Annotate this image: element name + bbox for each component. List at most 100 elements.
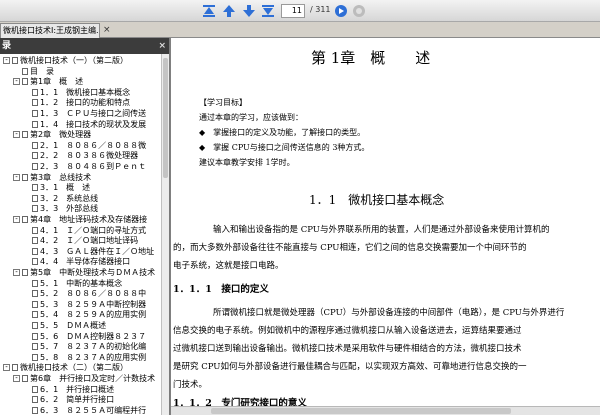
bookmark-item[interactable]: 2．1 ８０８６／８０８８微 <box>23 141 163 150</box>
bookmark-item[interactable]: - 第2章 微处理器 <box>13 130 163 139</box>
bookmark-item[interactable]: - 第6章 并行接口及定时／计数技术 <box>13 374 163 383</box>
bookmark-icon <box>32 258 38 266</box>
bookmark-icon <box>32 247 38 255</box>
bookmark-item[interactable]: - 第5章 中断处理技术与ＤＭＡ技术 <box>13 268 163 277</box>
bookmark-label: 4．3 ＧＡＬ器件在Ｉ／Ｏ地址 <box>40 246 155 256</box>
collapse-toggle-icon[interactable]: - <box>13 269 20 276</box>
bookmark-item[interactable]: 3．3 外部总线 <box>23 204 163 213</box>
bookmark-icon <box>32 406 38 414</box>
bookmark-item[interactable]: 5．2 ８０８６／８０８８中 <box>23 289 163 298</box>
bookmark-icon <box>32 396 38 404</box>
bookmark-item[interactable]: 5．8 ８２３７Ａ的应用实例 <box>23 353 163 362</box>
bookmark-item[interactable]: 1．1 微机接口基本概念 <box>23 88 163 97</box>
stop-icon[interactable] <box>351 3 367 19</box>
bookmark-item[interactable]: 5．4 ８２５９Ａ的应用实例 <box>23 310 163 319</box>
bookmark-item[interactable]: 4．2 Ｉ／Ｏ端口地址译码 <box>23 236 163 245</box>
bookmark-icon <box>32 279 38 287</box>
bookmark-label: 4．1 Ｉ／Ｏ端口的寻址方式 <box>40 225 147 235</box>
page-number-input[interactable] <box>281 4 305 18</box>
bookmark-label: 2．3 ８０４８６到Ｐｅｎｔ <box>40 162 147 171</box>
paragraph-line: 所谓微机接口就是微处理器（CPU）与外部设备连接的中间部件（电路），是 CPU与… <box>213 308 565 318</box>
bookmark-item[interactable]: 3．1 概 述 <box>23 183 163 192</box>
bookmark-icon <box>32 141 38 149</box>
bookmark-item[interactable]: 6．2 简单并行接口 <box>23 395 163 404</box>
subsection-heading-1-1-1: 1．1．1 接口的定义 <box>173 284 269 295</box>
collapse-toggle-icon[interactable]: - <box>3 57 10 64</box>
horizontal-scroll-thumb[interactable] <box>211 408 511 414</box>
collapse-toggle-icon[interactable]: - <box>3 364 10 372</box>
bookmark-item[interactable]: 4．3 ＧＡＬ器件在Ｉ／Ｏ地址 <box>23 247 163 256</box>
paragraph-line: 电子系统，这就是接口电路。 <box>173 261 284 271</box>
bookmark-item[interactable]: - 第4章 地址译码技术及存储器接 <box>13 215 163 224</box>
bullet-icon: ◆ <box>199 128 214 137</box>
bookmark-icon <box>32 205 38 213</box>
bookmark-item[interactable]: - 第3章 总线技术 <box>13 173 163 182</box>
bookmark-icon <box>22 216 28 223</box>
bookmark-icon <box>32 163 38 170</box>
bookmark-item[interactable]: 5．7 ８２３７Ａ的初始化编 <box>23 342 163 351</box>
bookmark-icon <box>32 152 38 160</box>
collapse-toggle-icon[interactable]: - <box>13 78 20 86</box>
previous-page-icon[interactable] <box>221 3 237 19</box>
bookmark-icon <box>32 332 38 340</box>
collapse-toggle-icon[interactable]: - <box>13 375 20 382</box>
bookmark-item[interactable]: 5．1 中断的基本概念 <box>23 279 163 288</box>
sidebar-header: 录 × <box>0 38 169 54</box>
paragraph-line: 信息交换的电子系统。例如微机中的源程序通过微机接口从输入设备送进去，运算结果要通… <box>173 326 522 336</box>
sidebar-close-icon[interactable]: × <box>158 38 166 54</box>
bookmark-item[interactable]: 5．6 ＤＭＡ控制器８２３７ <box>23 332 163 341</box>
bookmark-icon <box>22 173 28 181</box>
document-horizontal-scrollbar[interactable] <box>171 406 600 415</box>
bookmark-label: 第6章 并行接口及定时／计数技术 <box>30 374 156 383</box>
bookmark-icon <box>32 237 38 245</box>
collapse-toggle-icon[interactable]: - <box>13 173 20 181</box>
bookmark-item[interactable]: 6．3 ８２５５Ａ可编程并行 <box>23 406 163 415</box>
bookmark-label: 第2章 微处理器 <box>30 130 92 140</box>
bookmark-item[interactable]: - 微机接口技术（二）（第二版） <box>3 363 163 372</box>
bookmark-item[interactable]: 2．3 ８０４８６到Ｐｅｎｔ <box>23 162 163 171</box>
first-page-icon[interactable] <box>201 3 217 19</box>
collapse-toggle-icon[interactable]: - <box>13 216 20 223</box>
go-to-page-icon[interactable] <box>333 3 349 19</box>
teaching-suggestion: 建议本章教学安排 1学时。 <box>199 158 295 167</box>
goal-item: ◆ 掌握 CPU与接口之间传送信息的 3种方式。 <box>199 143 370 152</box>
bookmark-item[interactable]: 1．3 ＣＰＵ与接口之间传送 <box>23 109 163 118</box>
bookmark-icon <box>32 322 38 329</box>
bookmark-item[interactable]: 6．1 并行接口概述 <box>23 385 163 394</box>
bookmark-label: 3．1 概 述 <box>40 183 91 193</box>
bookmark-icon <box>32 88 38 96</box>
bookmark-label: 2．2 ８０３８６微处理器 <box>40 151 139 161</box>
goal-item: ◆ 掌握接口的定义及功能，了解接口的类型。 <box>199 128 366 137</box>
bookmark-icon <box>32 385 38 393</box>
bookmark-label: 3．2 系统总线 <box>40 193 99 203</box>
document-tab[interactable]: 微机接口技术I:王成钢主编.文… <box>0 23 100 38</box>
bookmark-item[interactable]: - 第1章 概 述 <box>13 77 163 86</box>
bookmark-item[interactable]: 3．2 系统总线 <box>23 194 163 203</box>
bookmark-item[interactable]: 4．4 半导体存储器接口 <box>23 257 163 266</box>
next-page-icon[interactable] <box>241 3 257 19</box>
bookmark-item[interactable]: 4．1 Ｉ／Ｏ端口的寻址方式 <box>23 226 163 235</box>
bookmark-item[interactable]: 1．2 接口的功能和特点 <box>23 98 163 107</box>
toolbar: / 311 <box>0 0 600 22</box>
bookmark-item[interactable]: - 微机接口技术（一）（第二版） <box>3 56 163 65</box>
bookmark-label: 5．3 ８２５９Ａ中断控制器 <box>40 299 147 309</box>
bookmark-item[interactable]: 1．4 接口技术的现状及发展 <box>23 120 163 129</box>
bookmark-item[interactable]: 5．3 ８２５９Ａ中断控制器 <box>23 300 163 309</box>
bookmark-label: 5．5 ＤＭＡ概述 <box>40 321 107 330</box>
last-page-icon[interactable] <box>260 3 276 19</box>
bookmark-icon <box>22 67 28 75</box>
section-heading-1-1: 1．1 微机接口基本概念 <box>309 193 445 207</box>
learning-goals-intro: 通过本章的学习，应该做到： <box>199 113 303 122</box>
sidebar-scrollbar[interactable] <box>161 54 169 415</box>
bookmark-item[interactable]: 目 录 <box>13 67 163 76</box>
bookmark-item[interactable]: 2．2 ８０３８６微处理器 <box>23 151 163 160</box>
bookmark-label: 5．4 ８２５９Ａ的应用实例 <box>40 310 147 320</box>
bookmark-label: 1．3 ＣＰＵ与接口之间传送 <box>40 109 147 118</box>
collapse-toggle-icon[interactable]: - <box>13 131 20 139</box>
sidebar-scroll-thumb[interactable] <box>163 58 168 178</box>
bookmark-item[interactable]: 5．5 ＤＭＡ概述 <box>23 321 163 330</box>
learning-goals-heading: 【学习目标】 <box>199 98 247 107</box>
close-tab-icon[interactable]: × <box>103 24 111 36</box>
page-total: / 311 <box>310 5 331 14</box>
bookmark-icon <box>12 57 18 64</box>
